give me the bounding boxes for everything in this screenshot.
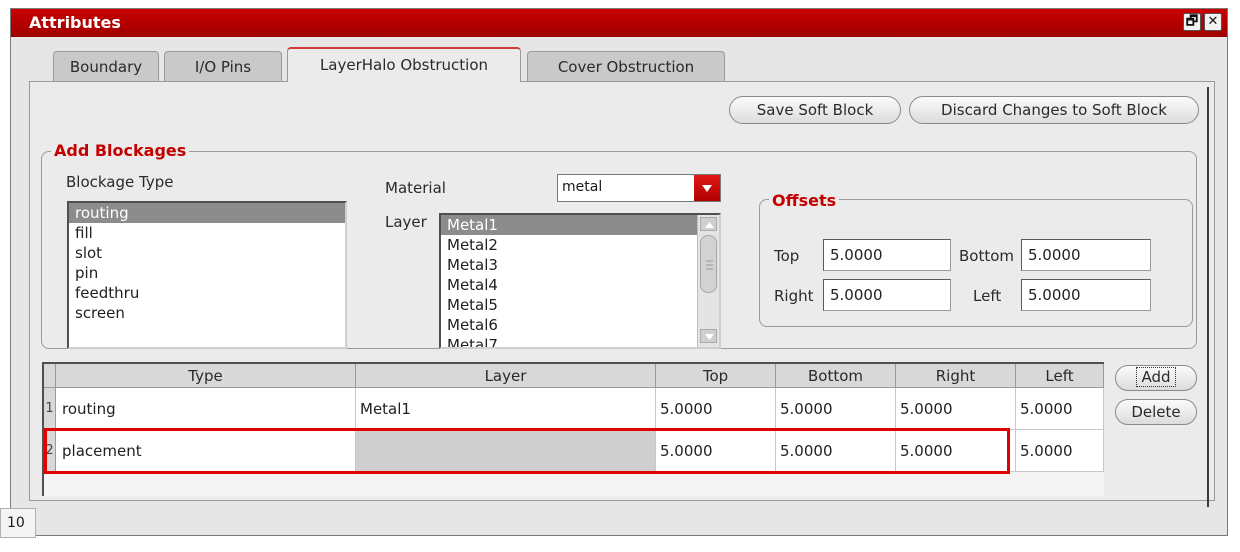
blockage-table: Type Layer Top Bottom Right Left 1 routi… [42,362,1104,496]
bottom-offset-label: Bottom [959,247,1015,265]
scroll-up-icon[interactable] [700,217,717,231]
row-number: 1 [44,388,56,430]
row-highlight [44,428,1010,474]
title-bar[interactable]: Attributes 🗗 ✕ [11,9,1227,37]
chevron-down-icon[interactable] [694,175,720,201]
right-offset-input[interactable]: 5.0000 [823,279,951,311]
close-icon[interactable]: ✕ [1204,13,1222,31]
layer-list[interactable]: Metal1 Metal2 Metal3 Metal4 Metal5 Metal… [439,213,721,349]
list-item-metal2[interactable]: Metal2 [441,235,697,255]
right-offset-label: Right [774,287,814,305]
header-left[interactable]: Left [1016,364,1104,388]
add-button[interactable]: Add [1115,365,1197,391]
material-select[interactable]: metal [557,174,721,202]
list-item-slot[interactable]: slot [69,243,345,263]
cell-left[interactable]: 5.0000 [1016,430,1104,472]
cell-left[interactable]: 5.0000 [1016,388,1104,430]
bottom-offset-input[interactable]: 5.0000 [1021,239,1151,271]
tab-cover-obstruction[interactable]: Cover Obstruction [527,51,725,81]
tab-io-pins[interactable]: I/O Pins [164,51,282,81]
layer-list-scrollbar[interactable] [697,215,719,347]
header-top[interactable]: Top [656,364,776,388]
header-layer[interactable]: Layer [356,364,656,388]
list-item-metal1[interactable]: Metal1 [441,215,697,235]
list-item-fill[interactable]: fill [69,223,345,243]
line-number: 10 [0,508,36,538]
scroll-down-icon[interactable] [700,329,717,343]
header-bottom[interactable]: Bottom [776,364,896,388]
header-row-number [44,364,56,388]
list-item-metal4[interactable]: Metal4 [441,275,697,295]
list-item-screen[interactable]: screen [69,303,345,323]
list-item-metal6[interactable]: Metal6 [441,315,697,335]
tab-layerhalo-obstruction[interactable]: LayerHalo Obstruction [287,47,521,82]
list-item-routing[interactable]: routing [69,203,345,223]
tab-boundary[interactable]: Boundary [53,51,159,81]
cell-top[interactable]: 5.0000 [656,388,776,430]
list-item-feedthru[interactable]: feedthru [69,283,345,303]
left-offset-input[interactable]: 5.0000 [1021,279,1151,311]
panel-edge [1207,87,1209,507]
blockage-type-list[interactable]: routing fill slot pin feedthru screen [67,201,347,349]
list-item-metal3[interactable]: Metal3 [441,255,697,275]
add-button-label: Add [1136,367,1176,387]
offsets-title: Offsets [769,191,840,210]
list-item-pin[interactable]: pin [69,263,345,283]
material-label: Material [385,179,446,197]
delete-button[interactable]: Delete [1115,399,1197,425]
list-item-metal7[interactable]: Metal7 [441,335,697,347]
discard-changes-button[interactable]: Discard Changes to Soft Block [909,96,1199,124]
cell-right[interactable]: 5.0000 [896,388,1016,430]
blockage-type-label: Blockage Type [66,173,174,191]
save-soft-block-button[interactable]: Save Soft Block [729,96,901,124]
header-type[interactable]: Type [56,364,356,388]
header-right[interactable]: Right [896,364,1016,388]
cell-type[interactable]: routing [58,388,356,430]
scroll-thumb[interactable] [700,235,717,293]
layer-label: Layer [385,213,427,231]
cell-bottom[interactable]: 5.0000 [776,388,896,430]
top-offset-input[interactable]: 5.0000 [823,239,951,271]
cell-layer[interactable]: Metal1 [356,388,656,430]
left-offset-label: Left [973,287,1002,305]
restore-icon[interactable]: 🗗 [1183,13,1201,31]
list-item-metal5[interactable]: Metal5 [441,295,697,315]
material-value: metal [562,179,603,195]
window-title: Attributes [29,13,121,32]
add-blockages-title: Add Blockages [51,141,190,160]
top-offset-label: Top [774,247,800,265]
